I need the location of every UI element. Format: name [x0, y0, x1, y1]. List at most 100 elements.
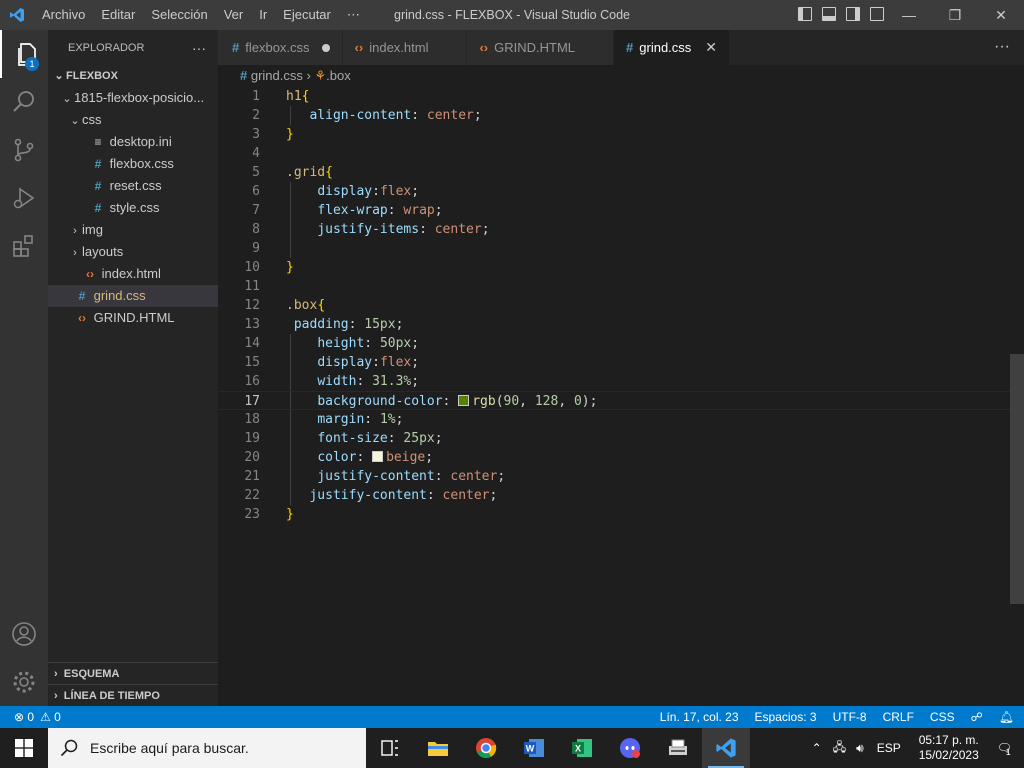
code-line[interactable]: 18 margin: 1%; [218, 410, 1010, 429]
tree-item[interactable]: # grind.css [48, 285, 218, 307]
tree-item[interactable]: ‹› GRIND.HTML [48, 307, 218, 329]
vscode-icon [716, 738, 736, 758]
tree-item[interactable]: › img [48, 219, 218, 241]
errors-count[interactable]: ⊗ 0 [14, 710, 34, 724]
taskbar-search-box[interactable]: Escribe aquí para buscar. [48, 728, 366, 768]
code-line[interactable]: 14 height: 50px; [218, 334, 1010, 353]
unsaved-dot-icon[interactable] [321, 43, 330, 52]
line-endings[interactable]: CRLF [883, 710, 914, 724]
code-line[interactable]: 10} [218, 258, 1010, 277]
clock[interactable]: 05:17 p. m. 15/02/2023 [909, 733, 989, 763]
indentation[interactable]: Espacios: 3 [755, 710, 817, 724]
tree-item[interactable]: › layouts [48, 241, 218, 263]
tree-item[interactable]: ≡ desktop.ini [48, 131, 218, 153]
explorer-more-button[interactable]: ··· [192, 40, 206, 56]
tree-item[interactable]: ⌄ css [48, 109, 218, 131]
code-line[interactable]: 12 .box{ [218, 296, 1010, 315]
code-line[interactable]: 7 flex-wrap: wrap; [218, 201, 1010, 220]
excel-button[interactable]: X [558, 728, 606, 768]
customize-layout-icon[interactable] [870, 7, 884, 21]
windows-start-button[interactable] [0, 728, 48, 768]
editor-scrollbar[interactable] [1010, 354, 1024, 604]
code-line[interactable]: 22 justify-content: center; [218, 486, 1010, 505]
tree-item[interactable]: # style.css [48, 197, 218, 219]
code-line[interactable]: 5 .grid{ [218, 163, 1010, 182]
cursor-position[interactable]: Lín. 17, col. 23 [660, 710, 739, 724]
tree-item[interactable]: # reset.css [48, 175, 218, 197]
file-explorer-button[interactable] [414, 728, 462, 768]
timeline-section[interactable]: › LÍNEA DE TIEMPO [48, 684, 218, 706]
code-line[interactable]: 23} [218, 505, 1010, 524]
menu-item[interactable]: Ejecutar [275, 0, 339, 30]
code-line[interactable]: 19 font-size: 25px; [218, 429, 1010, 448]
tab-grind-html[interactable]: ‹› GRIND.HTML [467, 30, 615, 65]
menu-item[interactable]: Editar [93, 0, 143, 30]
warnings-count[interactable]: ⚠ 0 [40, 710, 61, 724]
code-line[interactable]: 13 padding: 15px; [218, 315, 1010, 334]
chevron-up-icon[interactable]: ⌃ [806, 741, 828, 755]
code-text: } [286, 258, 294, 277]
code-line[interactable]: 15 display:flex; [218, 353, 1010, 372]
code-token: center [434, 222, 482, 237]
code-line[interactable]: 3} [218, 125, 1010, 144]
outline-section[interactable]: › ESQUEMA [48, 662, 218, 684]
tab-flexbox-css[interactable]: # flexbox.css [218, 30, 343, 65]
run-debug-activity[interactable] [0, 174, 48, 222]
folder-root[interactable]: ⌄ FLEXBOX [48, 65, 218, 87]
code-line[interactable]: 16 width: 31.3%; [218, 372, 1010, 391]
extensions-activity[interactable] [0, 222, 48, 270]
notification-center-icon[interactable]: 🗨︎ 1 [989, 741, 1024, 757]
code-line[interactable]: 17 background-color: rgb(90, 128, 0); [218, 391, 1010, 410]
code-line[interactable]: 20 color: beige; [218, 448, 1010, 467]
restore-button[interactable]: ❐ [932, 0, 978, 30]
close-window-button[interactable]: ✕ [978, 0, 1024, 30]
menu-item[interactable]: Selección [143, 0, 215, 30]
menu-item[interactable]: Archivo [34, 0, 93, 30]
tree-item[interactable]: # flexbox.css [48, 153, 218, 175]
manage-activity[interactable] [0, 658, 48, 706]
scanner-button[interactable] [654, 728, 702, 768]
vscode-taskbar-button[interactable] [702, 728, 750, 768]
notifications-bell-icon[interactable]: 🔔︎ [999, 710, 1014, 724]
menu-item[interactable]: ⋯ [339, 0, 368, 30]
breadcrumb-symbol[interactable]: .box [326, 68, 351, 83]
code-line[interactable]: 9 [218, 239, 1010, 258]
chrome-button[interactable] [462, 728, 510, 768]
encoding[interactable]: UTF-8 [833, 710, 867, 724]
task-view-button[interactable] [366, 728, 414, 768]
color-swatch[interactable] [372, 451, 384, 462]
tree-item[interactable]: ‹› index.html [48, 263, 218, 285]
minimize-button[interactable]: — [886, 0, 932, 30]
toggle-secondary-sidebar-icon[interactable] [846, 7, 860, 21]
input-language[interactable]: ESP [869, 741, 909, 755]
explorer-activity[interactable]: 1 [0, 30, 48, 78]
code-line[interactable]: 6 display:flex; [218, 182, 1010, 201]
feedback-icon[interactable]: ☍ [971, 710, 983, 724]
tab-index-html[interactable]: ‹› index.html [342, 30, 468, 65]
menu-item[interactable]: Ir [251, 0, 275, 30]
accounts-activity[interactable] [0, 610, 48, 658]
code-line[interactable]: 2 align-content: center; [218, 106, 1010, 125]
code-line[interactable]: 4 [218, 144, 1010, 163]
tabs-more-button[interactable]: ··· [994, 38, 1010, 56]
code-line[interactable]: 1 h1{ [218, 87, 1010, 106]
toggle-primary-sidebar-icon[interactable] [798, 7, 812, 21]
code-editor[interactable]: 1 h1{2 align-content: center; 3} 4 5 .grid{6 … [218, 87, 1024, 706]
menu-item[interactable]: Ver [216, 0, 252, 30]
network-icon[interactable]: 🖧︎ [828, 738, 851, 759]
breadcrumb-file[interactable]: grind.css [251, 68, 303, 83]
language-mode[interactable]: CSS [930, 710, 955, 724]
discord-button[interactable] [606, 728, 654, 768]
toggle-panel-icon[interactable] [822, 7, 836, 21]
code-line[interactable]: 8 justify-items: center; [218, 220, 1010, 239]
word-button[interactable]: W [510, 728, 558, 768]
search-activity[interactable] [0, 78, 48, 126]
color-swatch[interactable] [458, 395, 470, 406]
volume-icon[interactable]: 🔊︎ [851, 741, 869, 756]
tab-grind-css[interactable]: # grind.css ✕ [614, 30, 731, 65]
close-tab-icon[interactable]: ✕ [705, 39, 717, 56]
code-line[interactable]: 11 [218, 277, 1010, 296]
code-line[interactable]: 21 justify-content: center; [218, 467, 1010, 486]
tree-item[interactable]: ⌄ 1815-flexbox-posicio... [48, 87, 218, 109]
source-control-activity[interactable] [0, 126, 48, 174]
